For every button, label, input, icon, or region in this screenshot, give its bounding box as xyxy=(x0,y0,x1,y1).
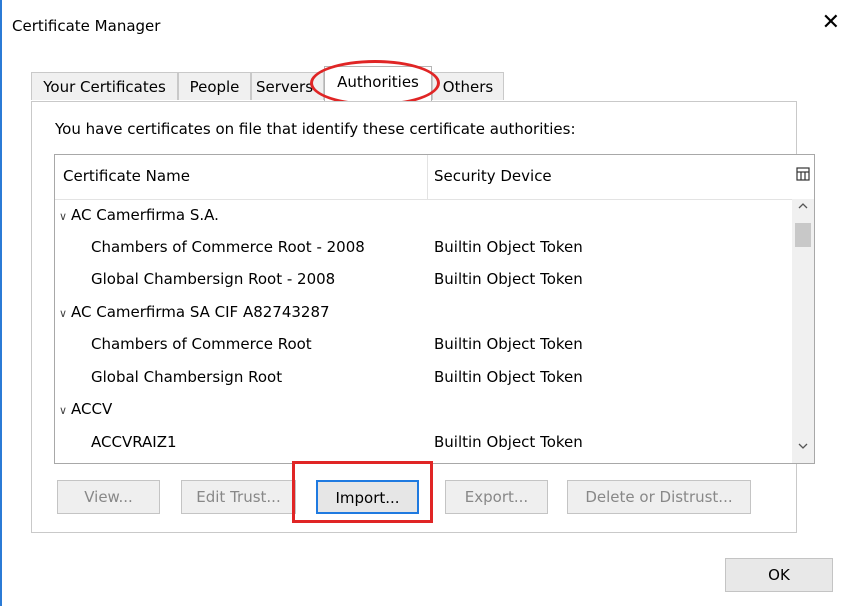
column-picker-icon[interactable] xyxy=(796,167,810,185)
ok-button[interactable]: OK xyxy=(725,558,833,592)
column-header-security-device[interactable]: Security Device xyxy=(434,167,552,185)
tree-row-certificate[interactable]: Chambers of Commerce Root - 2008 Builtin… xyxy=(55,232,790,264)
chevron-down-icon[interactable]: ∨ xyxy=(59,210,71,223)
tab-others[interactable]: Others xyxy=(432,72,504,100)
tree-row-group[interactable]: ∨ AC Camerfirma S.A. xyxy=(55,200,790,232)
scroll-thumb[interactable] xyxy=(795,223,811,247)
group-label: ∨ AC Camerfirma S.A. xyxy=(59,206,219,224)
security-device: Builtin Object Token xyxy=(434,433,583,451)
window-title: Certificate Manager xyxy=(12,17,161,35)
chevron-down-icon[interactable]: ∨ xyxy=(59,404,71,417)
export-button[interactable]: Export... xyxy=(445,480,548,514)
button-label: Edit Trust... xyxy=(196,488,281,506)
column-header-certificate-name[interactable]: Certificate Name xyxy=(63,167,190,185)
tab-label: Your Certificates xyxy=(43,78,166,96)
title-bar: Certificate Manager ✕ xyxy=(2,0,848,56)
button-label: View... xyxy=(84,488,133,506)
tree-row-certificate[interactable]: ACCVRAIZ1 Builtin Object Token xyxy=(55,427,790,459)
column-separator[interactable] xyxy=(427,155,428,199)
security-device: Builtin Object Token xyxy=(434,270,583,288)
security-device: Builtin Object Token xyxy=(434,238,583,256)
vertical-scrollbar[interactable] xyxy=(792,199,814,463)
window-border xyxy=(0,0,2,606)
tab-your-certificates[interactable]: Your Certificates xyxy=(31,72,178,100)
delete-or-distrust-button[interactable]: Delete or Distrust... xyxy=(567,480,751,514)
certificate-name: Chambers of Commerce Root xyxy=(91,335,312,353)
button-label: OK xyxy=(768,566,790,584)
button-label: Delete or Distrust... xyxy=(585,488,733,506)
edit-trust-button[interactable]: Edit Trust... xyxy=(181,480,296,514)
view-button[interactable]: View... xyxy=(57,480,160,514)
tree-row-certificate[interactable]: Global Chambersign Root Builtin Object T… xyxy=(55,362,790,394)
annotation-box xyxy=(292,461,433,523)
certificate-name: Chambers of Commerce Root - 2008 xyxy=(91,238,365,256)
security-device: Builtin Object Token xyxy=(434,368,583,386)
security-device: Builtin Object Token xyxy=(434,335,583,353)
group-label: ∨ ACCV xyxy=(59,400,113,418)
tab-label: People xyxy=(189,78,240,96)
tree-row-group[interactable]: ∨ ACCV xyxy=(55,394,790,426)
tab-label: Servers xyxy=(256,78,314,96)
certificate-name: Global Chambersign Root xyxy=(91,368,283,386)
panel-description: You have certificates on file that ident… xyxy=(55,120,576,138)
scroll-up-icon[interactable] xyxy=(792,201,814,221)
tree-row-group[interactable]: ∨ AC Camerfirma SA CIF A82743287 xyxy=(55,297,790,329)
certificate-name: ACCVRAIZ1 xyxy=(91,433,177,451)
annotation-ellipse xyxy=(310,60,440,106)
button-label: Export... xyxy=(464,488,529,506)
tree-header: Certificate Name Security Device xyxy=(55,155,814,200)
certificate-name: Global Chambersign Root - 2008 xyxy=(91,270,336,288)
close-icon[interactable]: ✕ xyxy=(822,12,840,34)
chevron-down-icon[interactable]: ∨ xyxy=(59,307,71,320)
tree-row-certificate[interactable]: Global Chambersign Root - 2008 Builtin O… xyxy=(55,264,790,296)
certificate-tree[interactable]: Certificate Name Security Device ∨ AC Cam… xyxy=(54,154,815,464)
group-label: ∨ AC Camerfirma SA CIF A82743287 xyxy=(59,303,330,321)
tab-label: Others xyxy=(442,78,494,96)
tab-people[interactable]: People xyxy=(178,72,251,100)
tree-row-certificate[interactable]: Chambers of Commerce Root Builtin Object… xyxy=(55,329,790,361)
certificate-manager-window: Certificate Manager ✕ Your Certificates … xyxy=(0,0,848,606)
scroll-down-icon[interactable] xyxy=(792,441,814,461)
